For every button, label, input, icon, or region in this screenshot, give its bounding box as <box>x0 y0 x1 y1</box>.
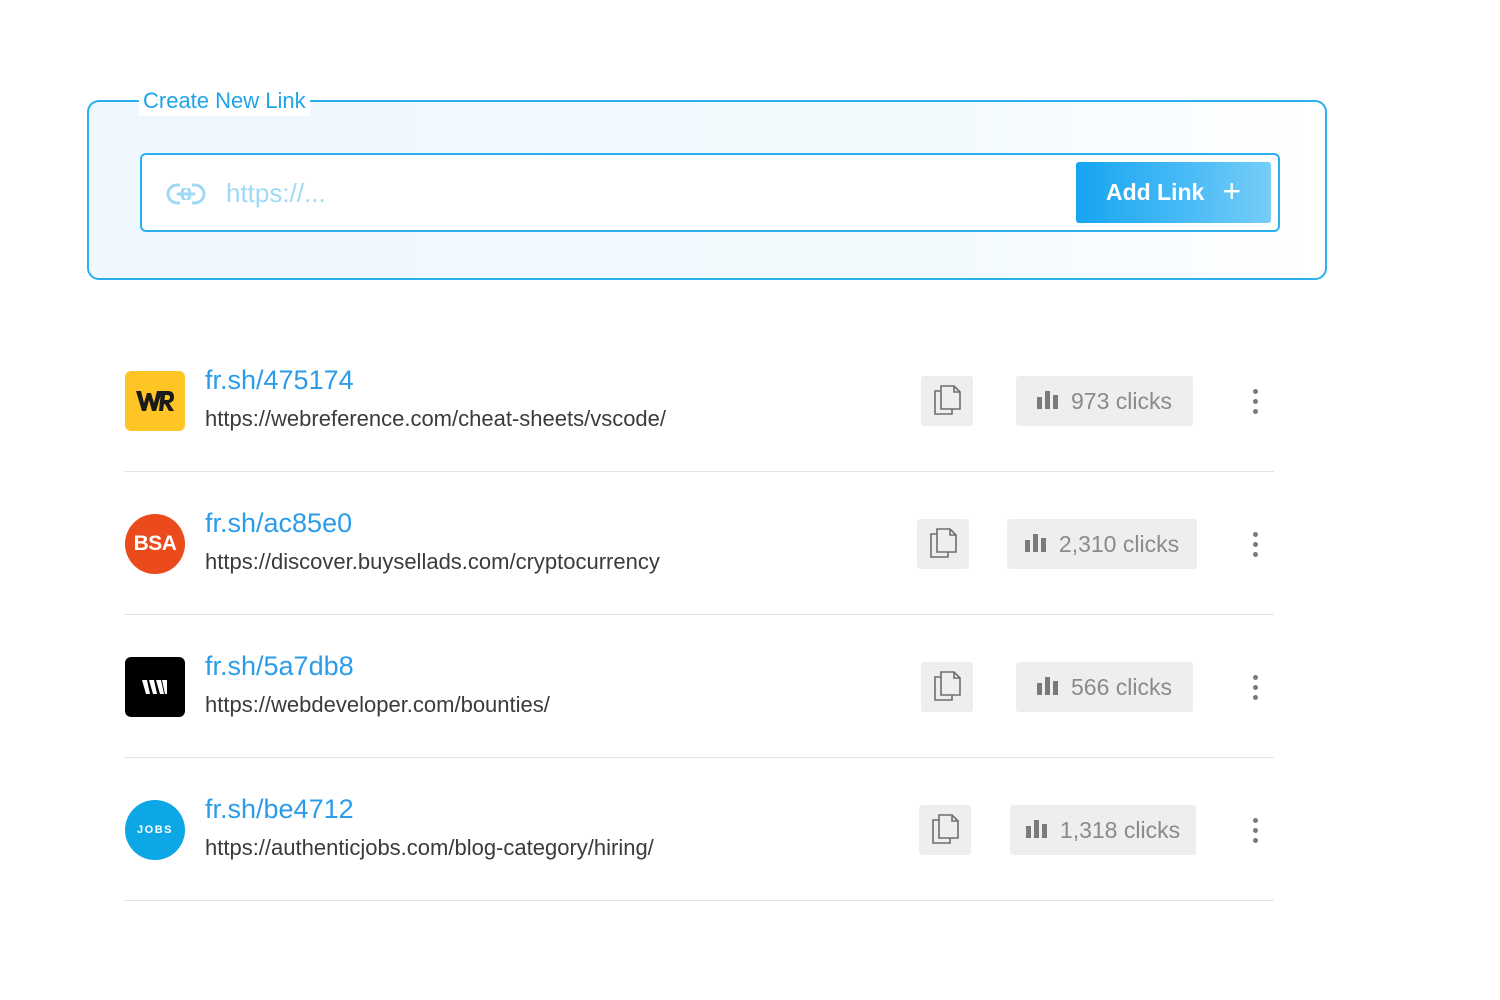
short-link[interactable]: fr.sh/475174 <box>205 365 354 396</box>
more-options-icon <box>1252 388 1258 394</box>
short-link[interactable]: fr.sh/5a7db8 <box>205 651 354 682</box>
logo-text: BSA <box>133 532 177 555</box>
destination-url: https://webdeveloper.com/bounties/ <box>205 692 550 717</box>
clicks-badge[interactable]: 973 clicks <box>1016 376 1193 426</box>
copy-icon <box>932 384 962 419</box>
more-options-button[interactable] <box>1242 524 1268 564</box>
bar-chart-icon <box>1025 817 1048 844</box>
create-link-panel: Create New Link Add Link + <box>87 86 1327 280</box>
more-options-button[interactable] <box>1242 667 1268 707</box>
add-link-label: Add Link <box>1105 179 1205 205</box>
more-options-button[interactable] <box>1242 381 1268 421</box>
more-options-button[interactable] <box>1242 810 1268 850</box>
url-input[interactable] <box>226 171 1056 215</box>
create-link-title: Create New Link <box>139 86 310 116</box>
webdeveloper-logo <box>125 657 185 717</box>
plus-icon: + <box>1222 173 1242 209</box>
logo-text: JOBS <box>137 824 173 836</box>
link-row: BSA fr.sh/ac85e0 https://discover.buysel… <box>124 472 1274 615</box>
short-link[interactable]: fr.sh/be4712 <box>205 794 354 825</box>
page: Create New Link Add Link + <box>0 0 1500 1000</box>
clicks-badge[interactable]: 566 clicks <box>1016 662 1193 712</box>
link-row: fr.sh/5a7db8 https://webdeveloper.com/bo… <box>124 615 1274 758</box>
more-options-icon <box>1252 674 1258 680</box>
clicks-count: 2,310 clicks <box>1058 530 1180 557</box>
url-input-wrapper[interactable]: Add Link + <box>140 153 1280 232</box>
copy-icon <box>928 527 958 562</box>
bar-chart-icon <box>1037 388 1059 415</box>
clicks-badge[interactable]: 2,310 clicks <box>1007 519 1197 569</box>
buysellads-logo: BSA <box>125 514 185 574</box>
copy-button[interactable] <box>921 376 973 426</box>
clicks-count: 566 clicks <box>1071 673 1172 700</box>
copy-icon <box>932 670 962 705</box>
copy-button[interactable] <box>921 662 973 712</box>
destination-url: https://discover.buysellads.com/cryptocu… <box>205 549 660 574</box>
short-link[interactable]: fr.sh/ac85e0 <box>205 508 352 539</box>
copy-icon <box>930 813 960 848</box>
link-icon <box>166 179 206 209</box>
copy-button[interactable] <box>917 519 969 569</box>
more-options-icon <box>1252 531 1258 537</box>
bar-chart-icon <box>1024 531 1047 558</box>
copy-button[interactable] <box>919 805 971 855</box>
clicks-count: 973 clicks <box>1071 387 1172 414</box>
link-list: fr.sh/475174 https://webreference.com/ch… <box>124 329 1274 901</box>
webreference-logo <box>125 371 185 431</box>
link-row: fr.sh/475174 https://webreference.com/ch… <box>124 329 1274 472</box>
authenticjobs-logo: JOBS <box>125 800 185 860</box>
bar-chart-icon <box>1037 674 1059 701</box>
add-link-button[interactable]: Add Link + <box>1076 162 1271 223</box>
link-row: JOBS fr.sh/be4712 https://authenticjobs.… <box>124 758 1274 901</box>
more-options-icon <box>1252 817 1258 823</box>
clicks-badge[interactable]: 1,318 clicks <box>1010 805 1196 855</box>
clicks-count: 1,318 clicks <box>1059 816 1181 843</box>
destination-url: https://authenticjobs.com/blog-category/… <box>205 835 654 860</box>
destination-url: https://webreference.com/cheat-sheets/vs… <box>205 406 667 431</box>
